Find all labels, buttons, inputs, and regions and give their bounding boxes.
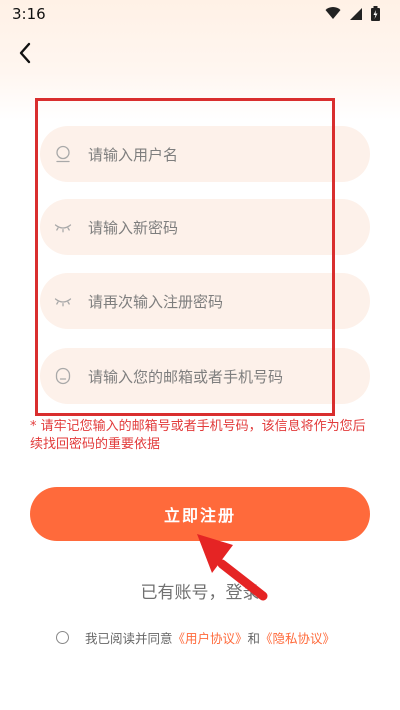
status-bar: 3:16 <box>0 0 400 28</box>
confirm-password-placeholder: 请再次输入注册密码 <box>88 293 224 311</box>
user-icon <box>56 145 70 163</box>
user-agreement-link[interactable]: 《用户协议》 <box>173 628 248 647</box>
password-field[interactable]: 请输入新密码 <box>40 199 370 255</box>
battery-icon <box>371 6 380 21</box>
login-link[interactable]: 已有账号，登录 <box>0 578 400 603</box>
chevron-left-icon <box>19 42 31 64</box>
contact-field[interactable]: 请输入您的邮箱或者手机号码 <box>40 348 370 404</box>
wifi-icon <box>325 7 341 20</box>
back-button[interactable] <box>10 38 40 68</box>
privacy-policy-link[interactable]: 《隐私协议》 <box>260 628 335 647</box>
username-placeholder: 请输入用户名 <box>88 146 179 164</box>
status-icons <box>325 6 380 21</box>
status-time: 3:16 <box>12 5 46 23</box>
confirm-password-field[interactable]: 请再次输入注册密码 <box>40 273 370 329</box>
eye-closed-icon <box>54 224 72 233</box>
notice-text: * 请牢记您输入的邮箱号或者手机号码，该信息将作为您后续找回密码的重要依据 <box>30 419 366 452</box>
agreement-and: 和 <box>247 631 261 646</box>
contact-placeholder: 请输入您的邮箱或者手机号码 <box>88 368 284 386</box>
agreement-row: 我已阅读并同意 《用户协议》 和 《隐私协议》 <box>56 628 335 647</box>
register-button[interactable]: 立即注册 <box>30 487 370 541</box>
username-field[interactable]: 请输入用户名 <box>40 126 370 182</box>
password-placeholder: 请输入新密码 <box>88 219 179 237</box>
eye-closed-icon <box>54 298 72 307</box>
agreement-prefix: 我已阅读并同意 <box>85 631 173 646</box>
agree-radio[interactable] <box>56 631 69 644</box>
signal-icon <box>350 7 362 20</box>
contact-icon <box>55 367 71 385</box>
